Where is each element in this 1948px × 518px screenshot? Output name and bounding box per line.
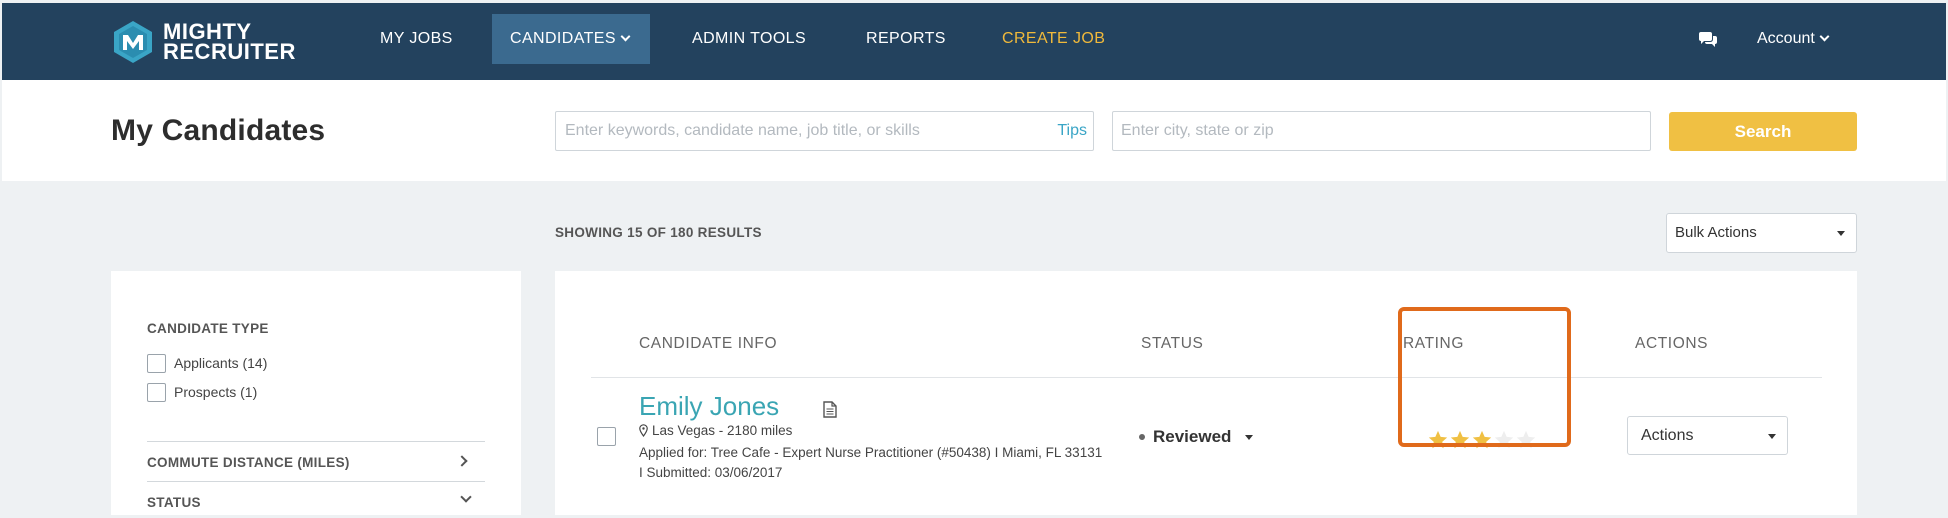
status-dot-icon [1139, 434, 1145, 440]
filter-sidebar: CANDIDATE TYPE Applicants (14) Prospects… [111, 271, 521, 515]
filter-prospects[interactable]: Prospects (1) [147, 382, 257, 402]
status-value: Reviewed [1153, 427, 1232, 446]
nav-create-job-label: CREATE JOB [1002, 30, 1106, 47]
keyword-search-input[interactable] [556, 112, 1036, 150]
candidate-applied-info: Applied for: Tree Cafe - Expert Nurse Pr… [639, 445, 1103, 480]
bulk-actions-select[interactable]: Bulk Actions [1666, 213, 1857, 253]
nav-create-job[interactable]: CREATE JOB [984, 14, 1123, 64]
divider [147, 441, 485, 442]
row-actions-select[interactable]: Actions [1627, 416, 1788, 455]
caret-down-icon [1245, 434, 1254, 440]
page-title: My Candidates [111, 114, 326, 147]
chevron-down-icon [1819, 31, 1830, 42]
candidate-type-heading: CANDIDATE TYPE [147, 321, 269, 336]
account-label: Account [1757, 30, 1815, 47]
app-frame: MIGHTY RECRUITER MY JOBS CANDIDATES ADMI… [2, 3, 1946, 515]
status-filter-heading[interactable]: STATUS [147, 495, 201, 510]
map-pin-icon [639, 424, 648, 437]
nav-reports-label: REPORTS [866, 30, 946, 47]
tips-link[interactable]: Tips [1057, 122, 1087, 140]
applicants-label: Applicants (14) [174, 355, 268, 371]
location-input[interactable] [1112, 111, 1651, 151]
resume-document-icon[interactable] [823, 401, 837, 418]
status-dropdown[interactable]: Reviewed [1139, 427, 1254, 447]
search-header: My Candidates Tips Search [2, 80, 1946, 181]
chevron-right-icon[interactable] [456, 455, 468, 467]
results-summary: SHOWING 15 OF 180 RESULTS [555, 225, 762, 240]
chevron-down-icon[interactable] [460, 491, 472, 503]
column-actions: ACTIONS [1635, 335, 1709, 352]
nav-my-jobs[interactable]: MY JOBS [362, 14, 471, 64]
brand-logo[interactable]: MIGHTY RECRUITER [111, 20, 296, 64]
keyword-search-box: Tips [555, 111, 1094, 151]
nav-my-jobs-label: MY JOBS [380, 30, 453, 47]
row-select-checkbox[interactable] [597, 427, 616, 446]
top-navbar: MIGHTY RECRUITER MY JOBS CANDIDATES ADMI… [2, 3, 1946, 80]
rating-column-highlight [1398, 307, 1571, 447]
table-header-divider [591, 377, 1822, 378]
candidate-name-link[interactable]: Emily Jones [639, 391, 779, 422]
candidate-location: Las Vegas - 2180 miles [639, 423, 792, 438]
column-candidate-info: CANDIDATE INFO [639, 335, 778, 352]
row-actions-label: Actions [1641, 427, 1694, 444]
nav-candidates-label: CANDIDATES [510, 30, 616, 47]
column-status: STATUS [1141, 335, 1204, 352]
nav-candidates[interactable]: CANDIDATES [492, 14, 650, 64]
chevron-down-icon [620, 31, 631, 42]
search-button[interactable]: Search [1669, 112, 1857, 151]
divider [147, 481, 485, 482]
caret-down-icon [1837, 231, 1845, 236]
logo-icon [114, 21, 152, 63]
prospects-checkbox[interactable] [147, 382, 166, 402]
nav-reports[interactable]: REPORTS [848, 14, 964, 64]
commute-distance-heading[interactable]: COMMUTE DISTANCE (MILES) [147, 455, 350, 470]
nav-admin-tools[interactable]: ADMIN TOOLS [674, 14, 824, 64]
candidates-table: CANDIDATE INFO STATUS RATING ACTIONS Emi… [555, 271, 1857, 515]
account-menu[interactable]: Account [1757, 14, 1830, 64]
candidate-location-text: Las Vegas - 2180 miles [652, 423, 793, 438]
caret-down-icon [1768, 434, 1776, 439]
applicants-checkbox[interactable] [147, 353, 166, 373]
chat-icon[interactable] [1698, 32, 1718, 48]
brand-name: MIGHTY RECRUITER [163, 21, 296, 64]
nav-admin-tools-label: ADMIN TOOLS [692, 30, 807, 47]
brand-line-2: RECRUITER [163, 39, 296, 64]
bulk-actions-label: Bulk Actions [1675, 224, 1757, 241]
prospects-label: Prospects (1) [174, 384, 258, 400]
filter-applicants[interactable]: Applicants (14) [147, 353, 267, 373]
